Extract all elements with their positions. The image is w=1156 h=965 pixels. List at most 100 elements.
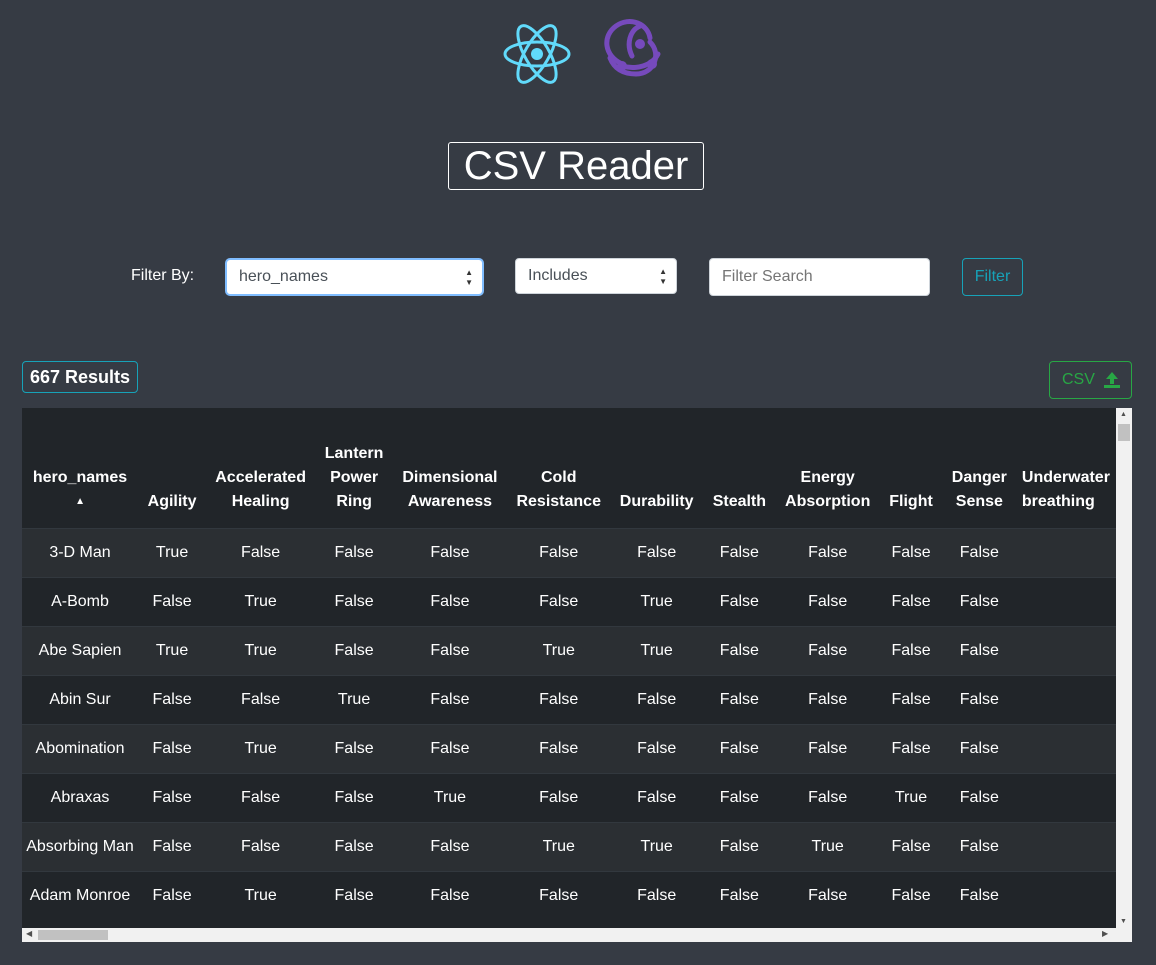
column-header[interactable]: Durability [611, 408, 703, 528]
table-cell: False [315, 821, 394, 871]
hero-name-cell: Adam Monroe [22, 870, 139, 920]
column-header[interactable]: Accelerated Healing [206, 408, 315, 528]
table-cell: False [206, 772, 316, 822]
column-header[interactable]: Underwater breathing [1016, 408, 1116, 528]
hero-name-cell: Absorbing Man [22, 821, 139, 871]
column-header[interactable]: Cold Resistance [507, 408, 611, 528]
redux-logo-icon [604, 19, 661, 77]
table-cell: False [702, 870, 777, 920]
table-cell: False [393, 821, 507, 871]
table-row: Adam Monroe False True False False False False… [22, 870, 1116, 920]
column-header[interactable]: Energy Absorption [776, 408, 879, 528]
table-cell: False [138, 576, 207, 626]
upload-icon [1104, 372, 1120, 388]
table-row: Abraxas False False False True False False Fals… [22, 772, 1116, 822]
column-header[interactable]: Stealth [703, 408, 776, 528]
table-cell: True [206, 870, 316, 920]
table-cell: False [702, 723, 777, 773]
sort-ascending-icon: ▲ [75, 495, 85, 507]
table-cell: False [315, 625, 394, 675]
table-cell: False [702, 674, 777, 724]
csv-button-label: CSV [1062, 371, 1095, 388]
results-table-container[interactable]: hero_names ▲ Agility Accelerated Healing… [22, 408, 1132, 942]
results-count-badge: 667 Results [22, 361, 139, 393]
table-cell: True [506, 821, 611, 871]
select-arrows-icon: ▲ ▼ [465, 268, 473, 287]
filter-button[interactable]: Filter [962, 258, 1023, 296]
table-cell: True [610, 625, 703, 675]
table-row: Abin Sur False False True False False False Fal… [22, 674, 1116, 724]
scroll-right-icon[interactable]: ▶ [1102, 929, 1108, 938]
table-cell-empty [1015, 772, 1116, 822]
table-cell: False [776, 723, 880, 773]
horizontal-scrollbar[interactable]: ◀ ▶ [22, 928, 1132, 942]
table-cell: False [879, 821, 943, 871]
column-header[interactable]: Danger Sense [943, 408, 1016, 528]
column-header[interactable]: Flight [879, 408, 943, 528]
table-cell: False [776, 625, 880, 675]
table-cell: False [506, 527, 611, 577]
table-cell: False [610, 723, 703, 773]
filter-operator-value: Includes [528, 267, 588, 284]
hero-name-cell: A-Bomb [22, 576, 139, 626]
hero-name-cell: 3-D Man [22, 527, 139, 577]
table-cell: False [506, 870, 611, 920]
table-row: Abe Sapien True True False False True True Fals… [22, 625, 1116, 675]
vertical-scrollbar[interactable]: ▲ ▼ [1116, 408, 1132, 928]
table-cell: True [610, 821, 703, 871]
table-cell: False [610, 527, 703, 577]
table-cell: False [506, 576, 611, 626]
scroll-left-icon[interactable]: ◀ [26, 929, 32, 938]
table-cell: False [776, 870, 880, 920]
filter-field-select[interactable]: hero_names ▲ ▼ [226, 259, 483, 295]
table-cell-empty [1015, 723, 1116, 773]
filter-search-input[interactable] [709, 258, 930, 296]
csv-export-button[interactable]: CSV [1049, 361, 1132, 399]
table-cell: False [315, 772, 394, 822]
table-cell: True [506, 625, 611, 675]
results-table: hero_names ▲ Agility Accelerated Healing… [22, 408, 1116, 920]
table-cell: False [315, 527, 394, 577]
table-cell: False [942, 527, 1016, 577]
hero-name-cell: Abe Sapien [22, 625, 139, 675]
table-cell: False [702, 625, 777, 675]
table-cell: False [942, 870, 1016, 920]
table-cell: False [879, 674, 943, 724]
vertical-scroll-thumb[interactable] [1118, 424, 1130, 441]
table-cell-empty [1015, 527, 1116, 577]
table-cell: False [879, 527, 943, 577]
table-row: Absorbing Man False False False False True Tru… [22, 821, 1116, 871]
table-cell: False [942, 625, 1016, 675]
filter-operator-select[interactable]: Includes ▲ ▼ [515, 258, 677, 294]
scroll-up-icon[interactable]: ▲ [1120, 411, 1127, 418]
column-header[interactable]: Lantern Power Ring [315, 408, 393, 528]
horizontal-scroll-thumb[interactable] [38, 930, 108, 940]
table-cell: True [206, 723, 316, 773]
table-cell: False [776, 674, 880, 724]
select-arrows-icon: ▲ ▼ [659, 267, 667, 286]
table-cell: False [138, 674, 207, 724]
table-cell: False [942, 821, 1016, 871]
table-row: Abomination False True False False False False… [22, 723, 1116, 773]
column-header[interactable]: Dimensional Awareness [393, 408, 507, 528]
table-cell: False [776, 527, 880, 577]
table-cell: False [393, 870, 507, 920]
table-cell-empty [1015, 576, 1116, 626]
table-cell: True [138, 625, 207, 675]
table-cell-empty [1015, 870, 1116, 920]
table-cell: False [315, 576, 394, 626]
column-header-hero-names[interactable]: hero_names ▲ [22, 408, 138, 528]
table-cell: False [702, 772, 777, 822]
table-cell: False [393, 625, 507, 675]
table-cell: True [206, 625, 316, 675]
table-cell: False [315, 723, 394, 773]
table-cell: False [879, 576, 943, 626]
table-cell: False [702, 821, 777, 871]
table-cell: True [315, 674, 394, 724]
table-cell: False [506, 772, 611, 822]
column-header[interactable]: Agility [138, 408, 206, 528]
table-cell: False [315, 870, 394, 920]
hero-name-cell: Abin Sur [22, 674, 139, 724]
scroll-down-icon[interactable]: ▼ [1120, 918, 1127, 925]
table-cell: False [138, 821, 207, 871]
